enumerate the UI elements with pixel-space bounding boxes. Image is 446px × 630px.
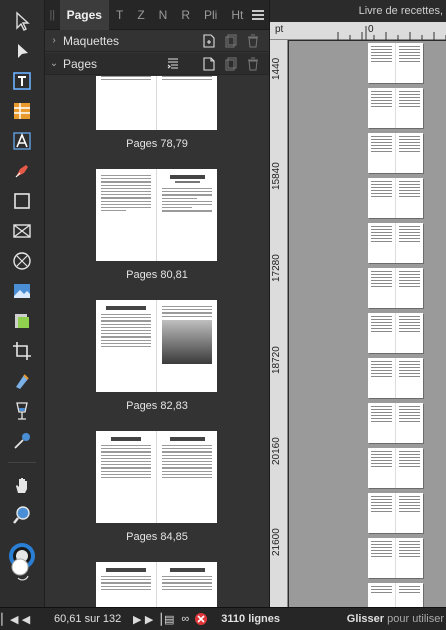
artistic-text-tool-icon[interactable] [8, 128, 36, 154]
picture-frame-tool-icon[interactable] [8, 218, 36, 244]
tab-r[interactable]: R [174, 0, 197, 30]
pen-tool-icon[interactable] [8, 158, 36, 184]
canvas-spread[interactable] [368, 268, 423, 308]
canvas-spread[interactable] [368, 448, 423, 488]
panel-menu-icon[interactable] [250, 9, 269, 20]
table-tool-icon[interactable] [8, 98, 36, 124]
tools-toolbar [0, 0, 45, 607]
pages-section-label: Pages [63, 56, 98, 71]
vruler-label: 20160 [271, 437, 282, 465]
delete-page-icon[interactable] [245, 56, 261, 72]
chevron-right-icon[interactable]: › [45, 35, 63, 46]
vruler-label: 15840 [271, 162, 282, 190]
tab-z[interactable]: Z [130, 0, 151, 30]
place-image-tool-icon[interactable] [8, 278, 36, 304]
status-hint: Glisser pour utiliser [341, 613, 446, 625]
last-page-icon[interactable]: ▶▕ [145, 608, 162, 630]
page-indicator[interactable]: 60,61 sur 132 [48, 613, 127, 625]
pages-section-header[interactable]: ⌄ Pages [45, 53, 269, 75]
spread-label: Pages 84,85 [126, 531, 188, 543]
canvas-spread[interactable] [368, 493, 423, 533]
canvas-spread[interactable] [368, 403, 423, 443]
masters-section-label: Maquettes [63, 33, 120, 48]
canvas-spread[interactable] [368, 538, 423, 578]
color-picker-tool-icon[interactable] [8, 428, 36, 454]
vertical-ruler[interactable]: 1440 15840 17280 18720 20160 21600 [270, 40, 288, 607]
preflight-warning-icon[interactable] [193, 608, 209, 630]
transparency-tool-icon[interactable] [8, 398, 36, 424]
page-spread-thumbnail[interactable] [96, 431, 217, 523]
rectangle-tool-icon[interactable] [8, 188, 36, 214]
spread-label: Pages 78,79 [126, 138, 188, 150]
page-spread-thumbnail[interactable] [96, 562, 217, 607]
ellipse-frame-tool-icon[interactable] [8, 248, 36, 274]
toolbar-divider [8, 462, 36, 463]
page-spread-thumbnail[interactable] [96, 76, 217, 130]
fill-tool-icon[interactable] [8, 368, 36, 394]
tab-n[interactable]: N [152, 0, 175, 30]
panel-grip-icon[interactable]: || [45, 0, 60, 30]
frame-text-tool-icon[interactable] [8, 68, 36, 94]
vruler-label: 1440 [271, 57, 282, 80]
status-hint-action: Glisser [346, 613, 385, 625]
add-page-icon[interactable] [201, 56, 217, 72]
duplicate-page-icon[interactable] [223, 56, 239, 72]
vruler-label: 18720 [271, 346, 282, 374]
status-bar: ▏◀ ◀ 60,61 sur 132 ▶ ▶▕ ▤ ∞ 3110 lignes … [0, 607, 446, 630]
node-tool-icon[interactable] [8, 38, 36, 64]
document-view: Livre de recettes, pt 0 1440 15840 17280… [269, 0, 446, 607]
crop-tool-icon[interactable] [8, 338, 36, 364]
canvas-spread[interactable] [368, 358, 423, 398]
tab-ht[interactable]: Ht [224, 0, 250, 30]
page-view-icon[interactable]: ▤ [161, 608, 177, 630]
first-page-icon[interactable]: ▏◀ [2, 608, 19, 630]
canvas-spread[interactable] [368, 223, 423, 263]
hand-tool-icon[interactable] [8, 472, 36, 498]
spread-label: Pages 80,81 [126, 269, 188, 281]
zoom-tool-icon[interactable] [8, 502, 36, 528]
delete-master-icon[interactable] [245, 33, 261, 49]
panel-tab-bar: || Pages T Z N R Pli Ht [45, 0, 269, 30]
page-options-icon[interactable] [165, 56, 181, 72]
document-canvas[interactable] [289, 41, 446, 607]
canvas-spread[interactable] [368, 43, 423, 83]
pages-panel: || Pages T Z N R Pli Ht › Maquettes ⌄ Pa… [45, 0, 269, 607]
spread-label: Pages 82,83 [126, 400, 188, 412]
tab-pages[interactable]: Pages [59, 0, 109, 30]
vruler-label: 21600 [271, 528, 282, 556]
fill-stroke-swatch-icon[interactable] [6, 540, 38, 584]
page-spread-thumbnail[interactable] [96, 169, 217, 261]
pages-list: Pages 78,79 Pages 80,81 Pages 82,83 Page… [45, 76, 269, 607]
page-spread-thumbnail[interactable] [96, 300, 217, 392]
next-page-icon[interactable]: ▶ [129, 608, 145, 630]
previous-page-icon[interactable]: ◀ [18, 608, 34, 630]
tab-pli[interactable]: Pli [197, 0, 224, 30]
ruler-ticks [337, 26, 446, 40]
canvas-spread[interactable] [368, 88, 423, 128]
canvas-spread[interactable] [368, 178, 423, 218]
canvas-spread[interactable] [368, 583, 423, 607]
vector-crop-tool-icon[interactable] [8, 308, 36, 334]
preflight-link-icon[interactable]: ∞ [177, 608, 193, 630]
canvas-spread[interactable] [368, 313, 423, 353]
move-tool-icon[interactable] [8, 8, 36, 34]
chevron-down-icon[interactable]: ⌄ [45, 58, 63, 69]
line-count: 3110 lignes [221, 613, 280, 625]
status-hint-text: pour utiliser [384, 613, 444, 625]
tab-text-styles[interactable]: T [109, 0, 130, 30]
masters-section-header[interactable]: › Maquettes [45, 30, 269, 52]
horizontal-ruler[interactable]: pt 0 [270, 22, 446, 40]
vruler-label: 17280 [271, 254, 282, 282]
duplicate-master-icon[interactable] [223, 33, 239, 49]
add-master-icon[interactable] [201, 33, 217, 49]
document-title: Livre de recettes, [270, 0, 446, 22]
canvas-spread[interactable] [368, 133, 423, 173]
